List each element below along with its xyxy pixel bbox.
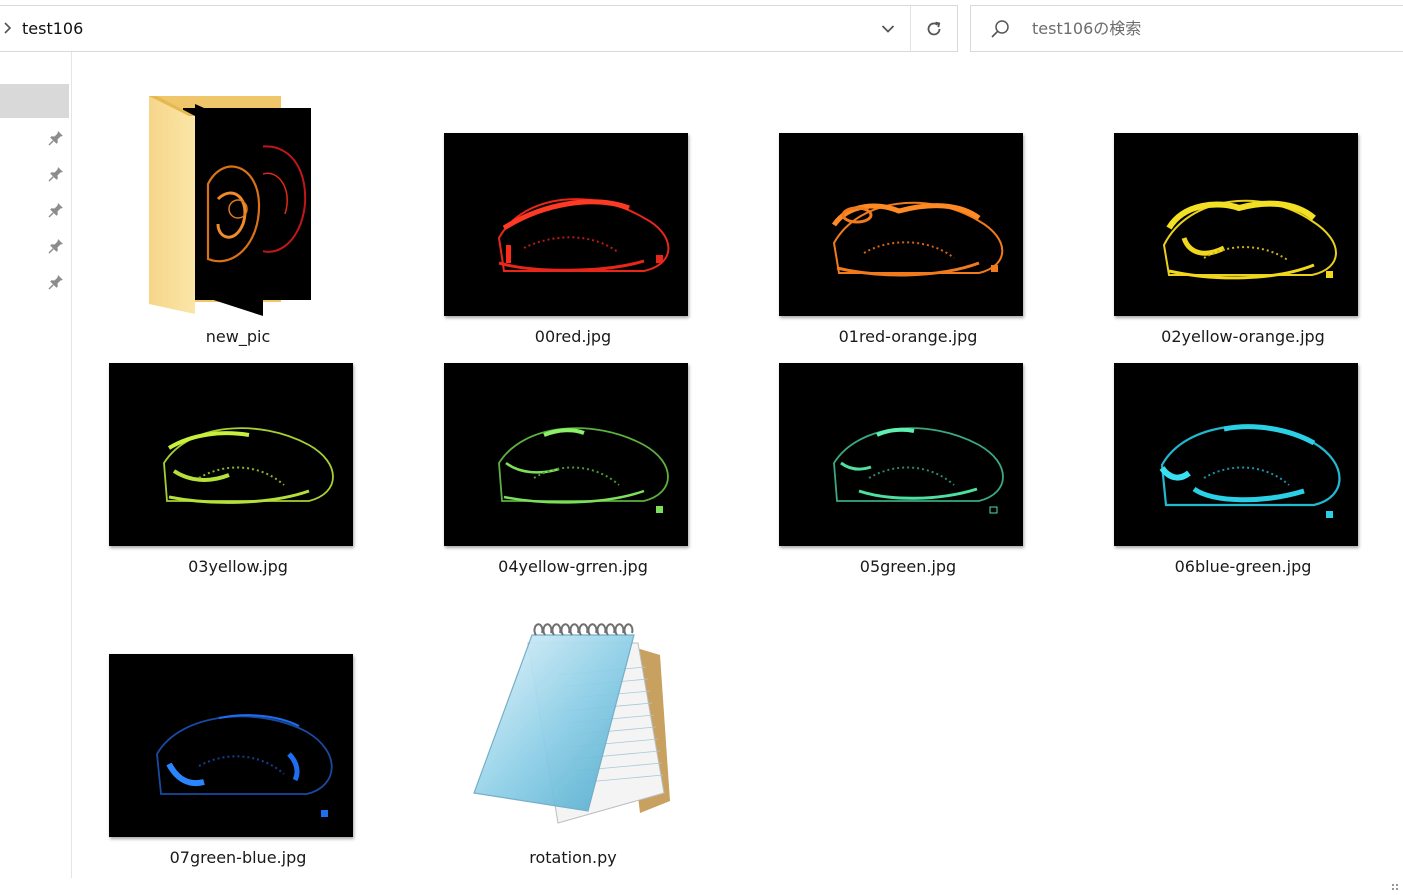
file-list: new_pic 00red.jpg 01red-orange.jpg 02yel… xyxy=(73,52,1403,895)
image-file-item[interactable]: 06blue-green.jpg xyxy=(1078,324,1403,584)
image-thumbnail xyxy=(1114,363,1358,546)
folder-icon xyxy=(73,94,403,322)
image-thumbnail xyxy=(444,363,688,546)
image-thumbnail xyxy=(109,654,353,837)
search-input[interactable]: test106の検索 xyxy=(1032,18,1141,40)
image-thumbnail xyxy=(779,363,1023,546)
folder-item[interactable]: new_pic xyxy=(73,94,403,354)
image-file-item[interactable]: 02yellow-orange.jpg xyxy=(1078,94,1403,354)
navigation-pane xyxy=(0,52,72,878)
script-file-item[interactable]: rotation.py xyxy=(408,615,738,875)
image-thumbnail xyxy=(444,133,688,316)
image-file-item[interactable]: 00red.jpg xyxy=(408,94,738,354)
address-path[interactable]: test106 xyxy=(22,18,83,40)
image-file-item[interactable]: 07green-blue.jpg xyxy=(73,615,403,875)
file-name: rotation.py xyxy=(529,848,617,867)
image-thumbnail xyxy=(1114,133,1358,316)
search-box[interactable]: test106の検索 xyxy=(970,5,1403,52)
image-file-item[interactable]: 04yellow-grren.jpg xyxy=(408,324,738,584)
file-name: 04yellow-grren.jpg xyxy=(498,557,648,576)
notepad-icon xyxy=(408,615,738,843)
search-icon xyxy=(989,19,1011,41)
resize-grip-icon[interactable] xyxy=(1391,883,1401,893)
image-thumbnail xyxy=(779,133,1023,316)
pin-icon[interactable] xyxy=(47,201,65,219)
image-file-item[interactable]: 03yellow.jpg xyxy=(73,324,403,584)
pin-icon[interactable] xyxy=(47,165,65,183)
pin-icon[interactable] xyxy=(47,273,65,291)
image-thumbnail xyxy=(109,363,353,546)
address-bar[interactable]: test106 xyxy=(0,5,958,52)
refresh-icon[interactable] xyxy=(911,6,957,51)
pin-icon[interactable] xyxy=(47,237,65,255)
image-file-item[interactable]: 05green.jpg xyxy=(743,324,1073,584)
image-file-item[interactable]: 01red-orange.jpg xyxy=(743,94,1073,354)
file-name: 03yellow.jpg xyxy=(188,557,288,576)
file-name: 07green-blue.jpg xyxy=(169,848,307,867)
nav-selected-item[interactable] xyxy=(0,84,69,118)
chevron-right-icon[interactable] xyxy=(2,21,16,37)
pin-icon[interactable] xyxy=(47,129,65,147)
chevron-down-icon[interactable] xyxy=(866,6,910,51)
file-name: 06blue-green.jpg xyxy=(1174,557,1312,576)
file-name: 05green.jpg xyxy=(859,557,957,576)
